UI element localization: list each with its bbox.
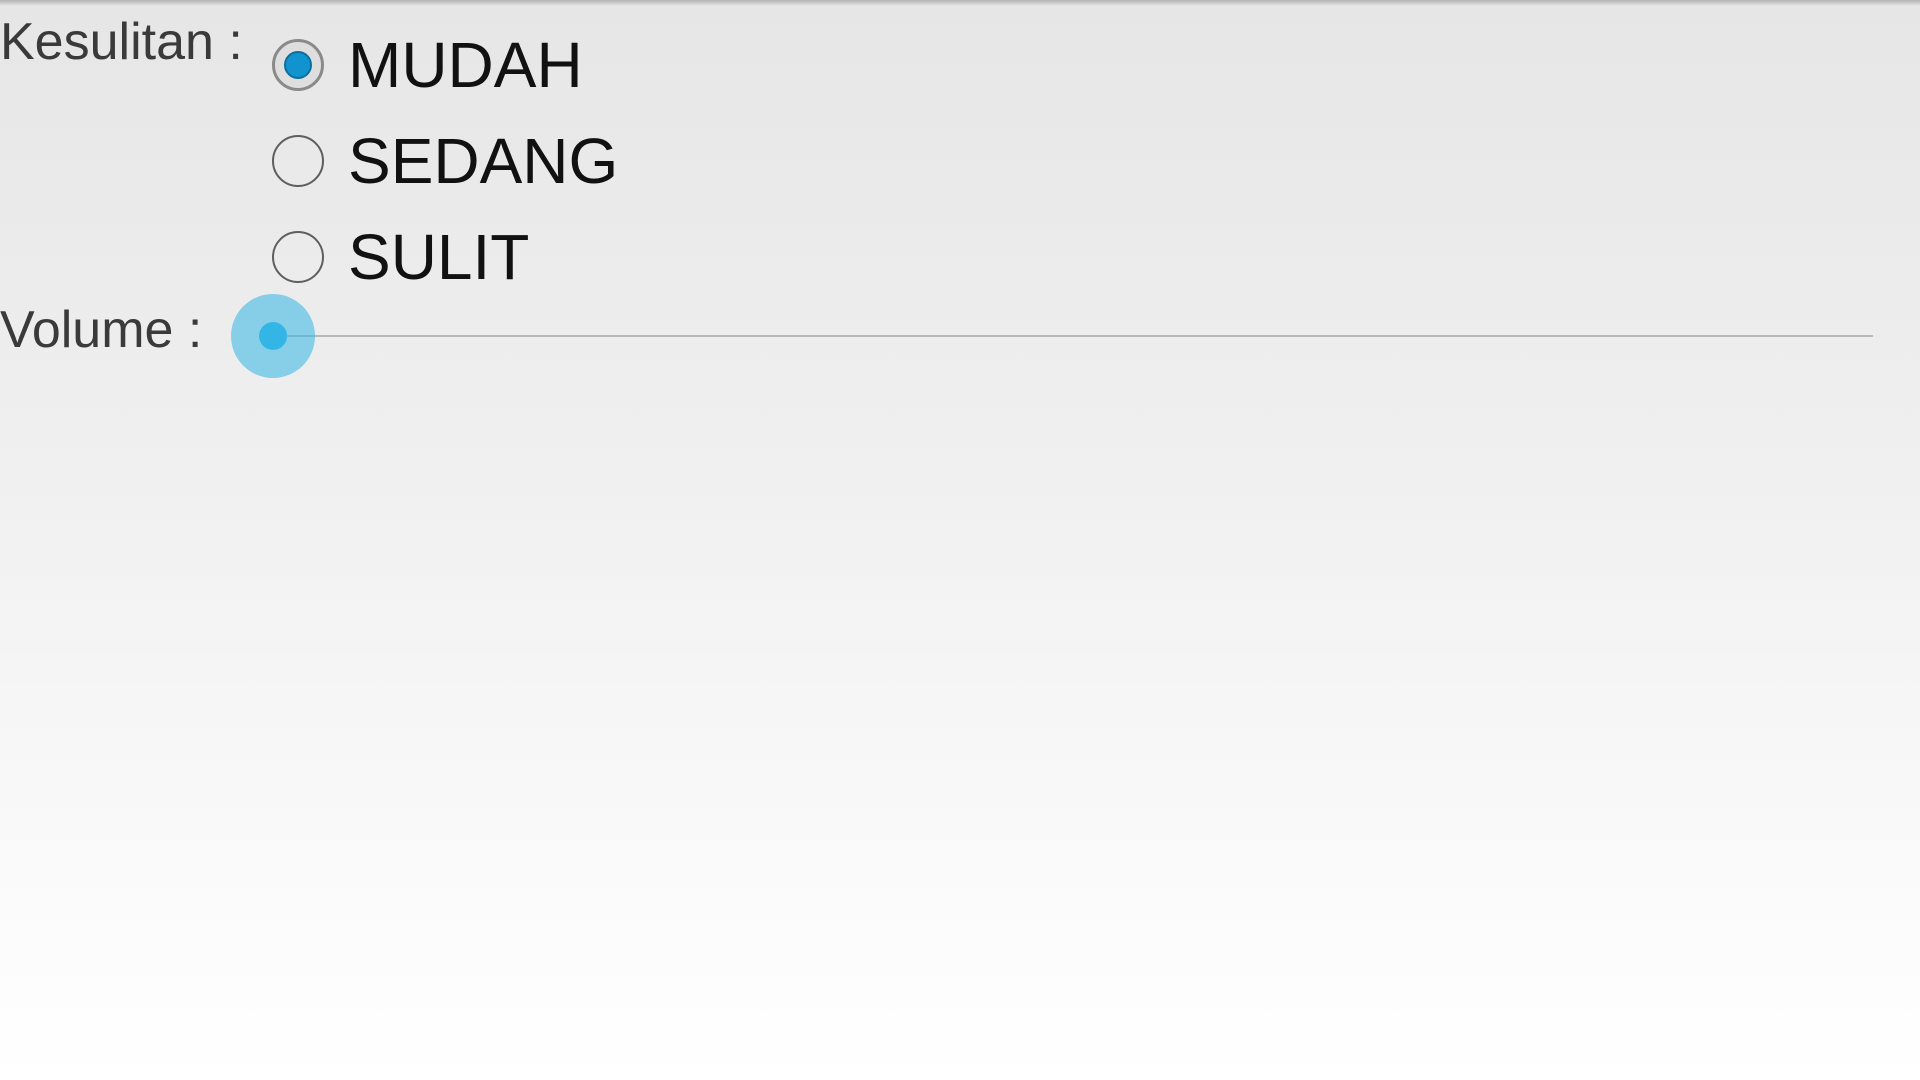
radio-option-sulit[interactable]: SULIT [272,209,618,305]
radio-label-sulit[interactable]: SULIT [348,225,529,289]
radio-button-mudah[interactable] [272,39,324,91]
volume-slider-track[interactable] [273,335,1873,337]
radio-label-sedang[interactable]: SEDANG [348,129,618,193]
radio-selected-dot [284,51,312,79]
radio-label-mudah[interactable]: MUDAH [348,33,583,97]
radio-button-sulit[interactable] [272,231,324,283]
radio-button-sedang[interactable] [272,135,324,187]
volume-slider[interactable] [231,293,1873,379]
volume-slider-thumb[interactable] [259,322,287,350]
difficulty-label: Kesulitan : [0,13,243,71]
difficulty-radio-group: MUDAH SEDANG SULIT [272,17,618,305]
volume-label: Volume : [0,301,203,359]
radio-option-mudah[interactable]: MUDAH [272,17,618,113]
top-shadow [0,0,1920,6]
radio-option-sedang[interactable]: SEDANG [272,113,618,209]
